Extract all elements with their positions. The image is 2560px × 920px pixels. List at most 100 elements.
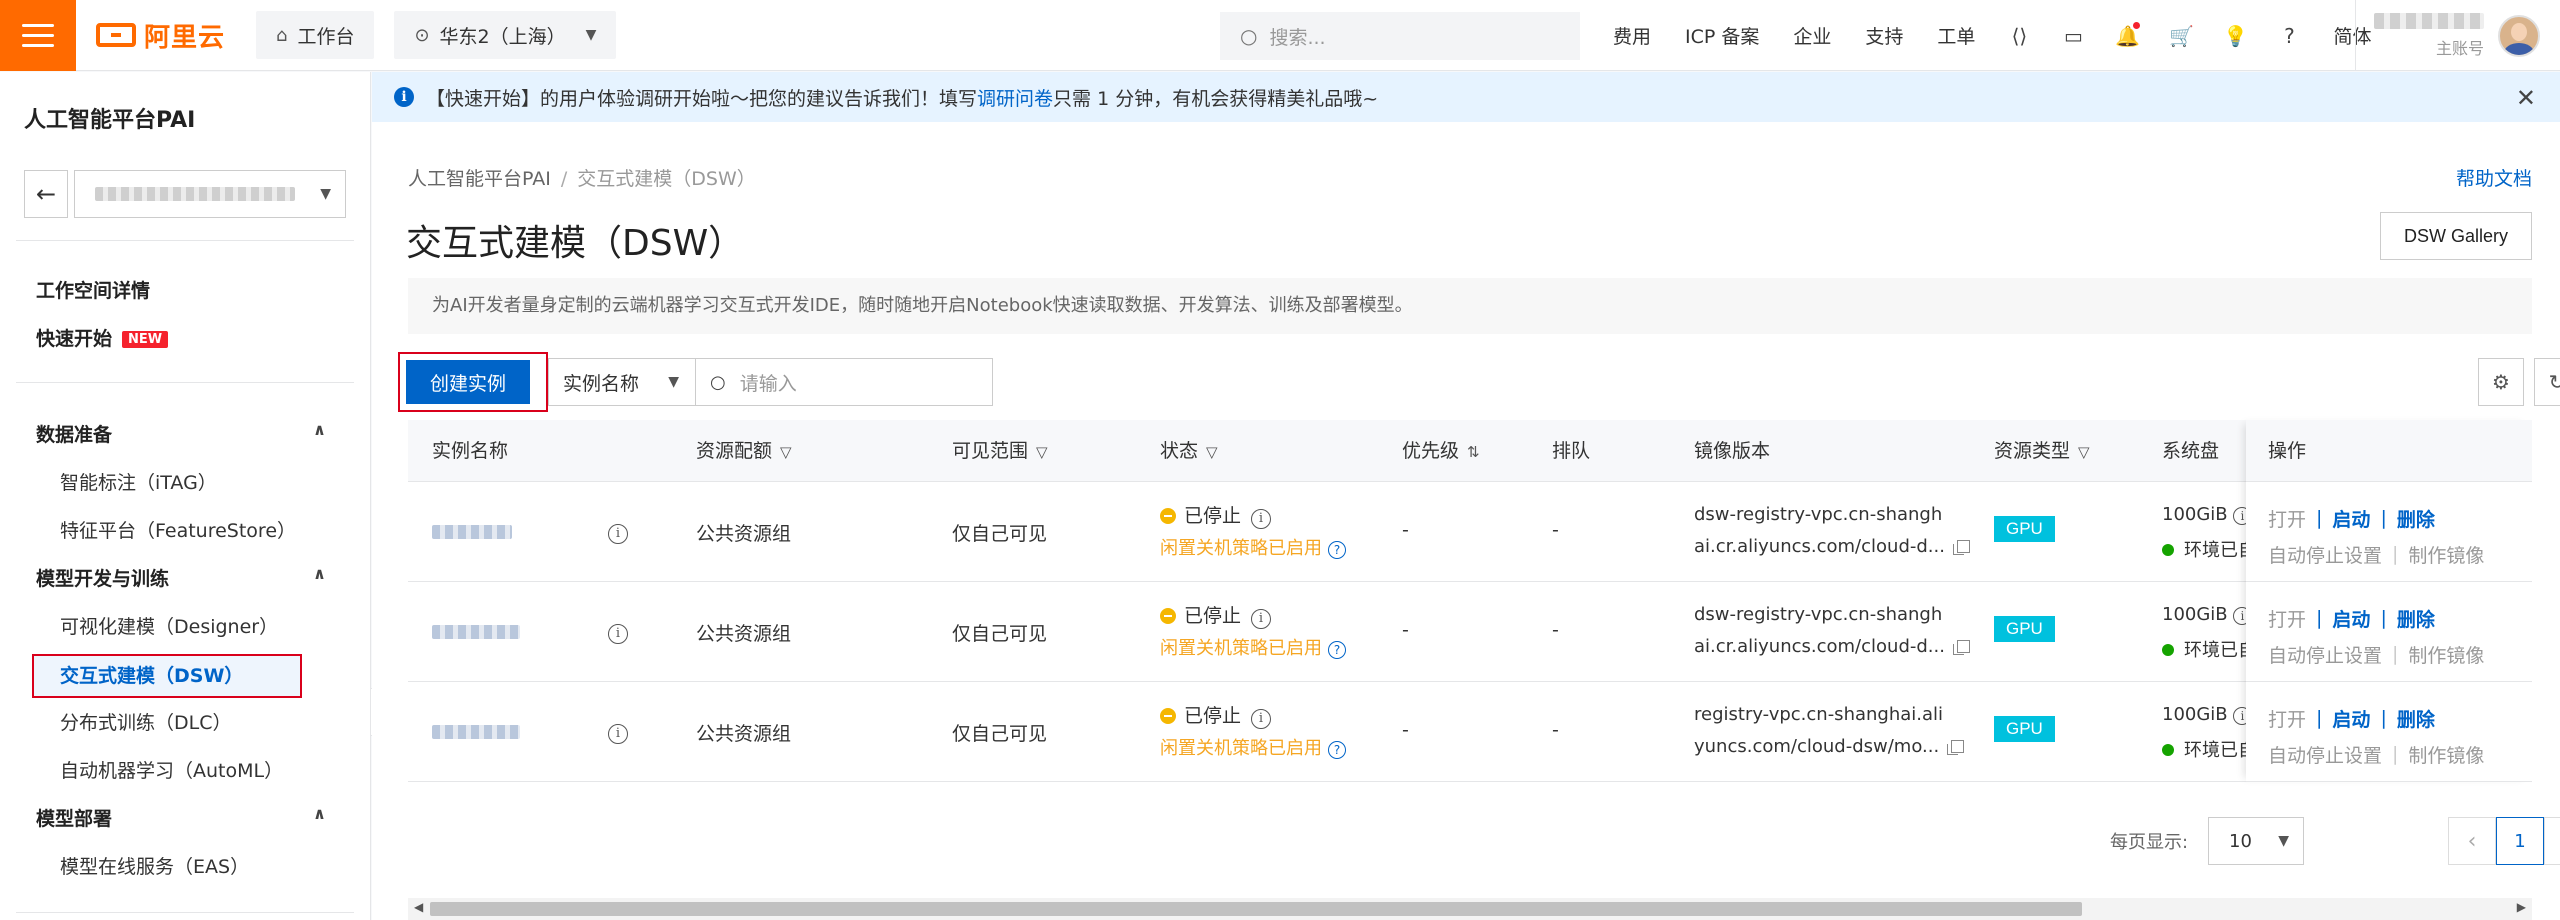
info-icon[interactable]: i <box>608 620 628 644</box>
col-status[interactable]: 状态 ▽ <box>1160 420 1218 482</box>
table-row[interactable]: i 公共资源组 仅自己可见 已停止 i 闲置关机策略已启用? - - registry-vpc.… <box>408 682 2532 782</box>
nav-support[interactable]: 支持 <box>1865 22 1903 49</box>
auto-stop-button[interactable]: 自动停止设置 <box>2268 641 2382 668</box>
table-row[interactable]: i 公共资源组 仅自己可见 已停止 i 闲置关机策略已启用? - - dsw-registry-… <box>408 482 2532 582</box>
scrollbar-thumb[interactable] <box>430 902 2082 916</box>
lightbulb-icon[interactable]: 💡 <box>2223 24 2248 48</box>
copy-icon[interactable] <box>1952 640 1970 655</box>
scroll-right-icon[interactable]: ▶ <box>2517 900 2526 914</box>
close-icon[interactable]: ✕ <box>2516 84 2536 112</box>
nav-icp[interactable]: ICP 备案 <box>1685 22 1759 49</box>
copy-icon[interactable] <box>1952 540 1970 555</box>
start-button[interactable]: 启动 <box>2332 705 2370 732</box>
refresh-icon[interactable]: ↻ <box>2534 358 2560 406</box>
delete-button[interactable]: 删除 <box>2397 505 2435 532</box>
env-status-cell: 环境已自 <box>2162 736 2256 762</box>
instance-name-blurred[interactable] <box>432 525 512 539</box>
sort-icon[interactable]: ⇅ <box>1467 443 1480 461</box>
nav-billing[interactable]: 费用 <box>1613 22 1651 49</box>
page-size-select[interactable]: 10 ▼ <box>2208 817 2304 865</box>
info-icon[interactable]: i <box>1251 608 1272 629</box>
col-priority[interactable]: 优先级 ⇅ <box>1402 420 1480 482</box>
sidebar-item-workspace-detail[interactable]: 工作空间详情 <box>36 276 150 303</box>
make-image-button[interactable]: 制作镜像 <box>2408 741 2484 768</box>
region-selector[interactable]: ⊙ 华东2（上海） ▼ <box>394 11 617 59</box>
bell-icon[interactable]: 🔔 <box>2115 21 2141 48</box>
filter-icon[interactable]: ▽ <box>1206 443 1218 461</box>
cart-icon[interactable]: 🛒 <box>2169 24 2194 48</box>
instance-name-blurred[interactable] <box>432 725 520 739</box>
filter-search-input[interactable]: ○ 请输入 <box>695 358 993 406</box>
page-1-button[interactable]: 1 <box>2496 817 2544 865</box>
sidebar-group-dev-train[interactable]: 模型开发与训练 ∧ <box>36 564 326 591</box>
menu-icon[interactable] <box>0 0 76 71</box>
help-icon[interactable]: ? <box>2279 24 2299 48</box>
col-resource[interactable]: 资源配额 ▽ <box>696 420 792 482</box>
image-line-2-text: ai.cr.aliyuncs.com/cloud-d... <box>1694 536 1945 557</box>
info-icon[interactable]: i <box>608 720 628 744</box>
next-page-icon[interactable]: › <box>2544 817 2560 865</box>
open-button[interactable]: 打开 <box>2268 505 2306 532</box>
sidebar-group-data-prep[interactable]: 数据准备 ∧ <box>36 420 326 447</box>
auto-stop-button[interactable]: 自动停止设置 <box>2268 541 2382 568</box>
filter-field-select[interactable]: 实例名称 ▼ <box>548 358 696 406</box>
question-icon[interactable]: ? <box>1328 541 1346 559</box>
make-image-button[interactable]: 制作镜像 <box>2408 541 2484 568</box>
col-resource-type[interactable]: 资源类型 ▽ <box>1994 420 2090 482</box>
sidebar-item-quick-start[interactable]: 快速开始 NEW <box>36 324 169 351</box>
sidebar-group-deploy[interactable]: 模型部署 ∧ <box>36 804 326 831</box>
terminal-icon[interactable]: ▭ <box>2063 24 2083 48</box>
code-icon[interactable]: ⟨⟩ <box>2009 24 2029 48</box>
sidebar-item-dsw[interactable]: 交互式建模（DSW） <box>32 654 302 698</box>
copy-icon[interactable] <box>1947 740 1965 755</box>
sidebar-item-dlc[interactable]: 分布式训练（DLC） <box>60 708 231 735</box>
start-button[interactable]: 启动 <box>2332 605 2370 632</box>
prev-page-icon[interactable]: ‹ <box>2448 817 2496 865</box>
open-button[interactable]: 打开 <box>2268 605 2306 632</box>
make-image-button[interactable]: 制作镜像 <box>2408 641 2484 668</box>
breadcrumb-root[interactable]: 人工智能平台PAI <box>408 168 551 190</box>
info-icon[interactable]: i <box>1251 508 1272 529</box>
nav-enterprise[interactable]: 企业 <box>1793 22 1831 49</box>
col-visibility[interactable]: 可见范围 ▽ <box>952 420 1048 482</box>
filter-icon[interactable]: ▽ <box>780 443 792 461</box>
workbench-button[interactable]: ⌂ 工作台 <box>256 11 375 59</box>
start-button[interactable]: 启动 <box>2332 505 2370 532</box>
survey-link[interactable]: 调研问卷 <box>977 84 1053 111</box>
scroll-left-icon[interactable]: ◀ <box>414 900 423 914</box>
delete-button[interactable]: 删除 <box>2397 605 2435 632</box>
disk-cell: 100GiB i <box>2162 504 2252 525</box>
table-row[interactable]: i 公共资源组 仅自己可见 已停止 i 闲置关机策略已启用? - - dsw-registry-… <box>408 582 2532 682</box>
question-icon[interactable]: ? <box>1328 741 1346 759</box>
question-icon[interactable]: ? <box>1328 641 1346 659</box>
idle-policy-cell: 闲置关机策略已启用? <box>1160 534 1346 560</box>
gpu-badge: GPU <box>1994 516 2055 542</box>
dsw-gallery-button[interactable]: DSW Gallery <box>2380 212 2532 260</box>
sidebar-item-automl[interactable]: 自动机器学习（AutoML） <box>60 756 283 783</box>
auto-stop-button[interactable]: 自动停止设置 <box>2268 741 2382 768</box>
avatar[interactable] <box>2498 14 2540 57</box>
sidebar-item-featurestore[interactable]: 特征平台（FeatureStore） <box>60 516 296 543</box>
back-arrow-icon[interactable]: ← <box>24 170 68 218</box>
search-input[interactable]: ○ 搜索... <box>1220 12 1580 60</box>
sidebar-item-itag[interactable]: 智能标注（iTAG） <box>60 468 217 495</box>
sidebar-item-eas[interactable]: 模型在线服务（EAS） <box>60 852 249 879</box>
aliyun-logo[interactable]: 阿里云 <box>96 17 236 54</box>
info-icon[interactable]: i <box>608 520 628 544</box>
horizontal-scrollbar[interactable]: ◀ ▶ <box>408 898 2532 920</box>
delete-button[interactable]: 删除 <box>2397 705 2435 732</box>
help-docs-link[interactable]: 帮助文档 <box>2456 164 2532 191</box>
nav-ticket[interactable]: 工单 <box>1937 22 1975 49</box>
workspace-selector[interactable]: ▼ <box>74 170 346 218</box>
open-button[interactable]: 打开 <box>2268 705 2306 732</box>
sidebar-item-designer[interactable]: 可视化建模（Designer） <box>60 612 278 639</box>
visibility-cell: 仅自己可见 <box>952 723 1048 745</box>
settings-gear-icon[interactable]: ⚙ <box>2478 358 2524 406</box>
filter-icon[interactable]: ▽ <box>1036 443 1048 461</box>
instance-name-blurred[interactable] <box>432 625 520 639</box>
create-instance-button[interactable]: 创建实例 <box>406 360 530 404</box>
breadcrumb-separator: / <box>560 168 568 190</box>
filter-icon[interactable]: ▽ <box>2078 443 2090 461</box>
info-icon[interactable]: i <box>1251 708 1272 729</box>
user-menu[interactable]: 主账号 <box>2355 0 2560 71</box>
